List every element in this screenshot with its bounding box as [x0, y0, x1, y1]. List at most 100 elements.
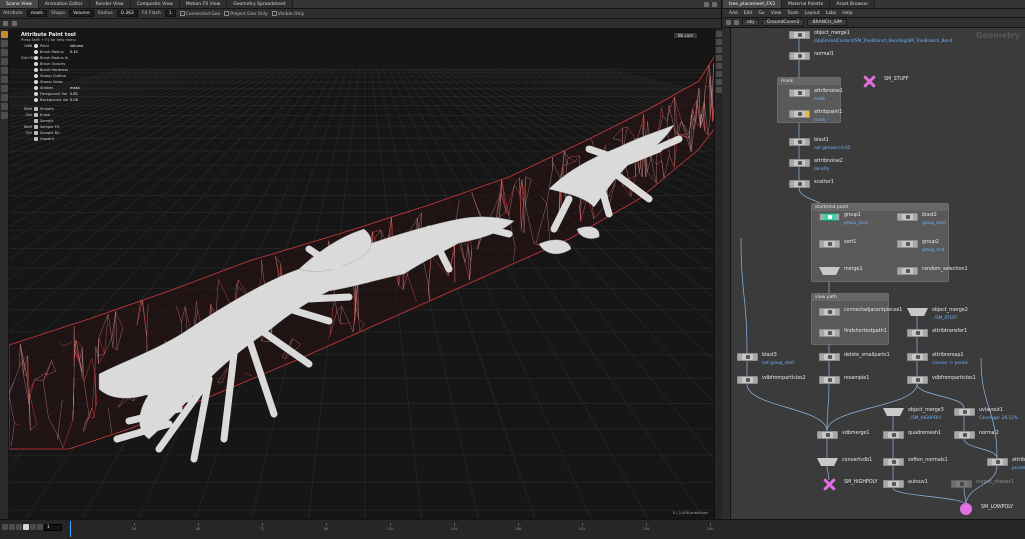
- object-node-sm-lowpoly[interactable]: [960, 503, 972, 515]
- display-option-icon[interactable]: [716, 87, 722, 93]
- forward-arrow-icon[interactable]: [734, 20, 739, 25]
- node-merge1[interactable]: [819, 267, 840, 275]
- node-autouv1[interactable]: [883, 480, 904, 488]
- tab-animation-editor[interactable]: Animation Editor: [38, 0, 90, 8]
- menu-labs[interactable]: Labs: [826, 11, 836, 16]
- paint-tool-icon[interactable]: [1, 103, 8, 110]
- object-node-sm-highpoly[interactable]: [823, 478, 836, 491]
- display-option-icon[interactable]: [716, 55, 722, 61]
- node-attribremap1[interactable]: [907, 353, 928, 361]
- menu-edit[interactable]: Edit: [744, 11, 753, 16]
- node-blast3[interactable]: [737, 353, 758, 361]
- node-object-merge3[interactable]: [883, 408, 904, 416]
- jump-start-icon[interactable]: [2, 524, 8, 530]
- menu-add[interactable]: Add: [729, 11, 738, 16]
- node-object-merge2[interactable]: [907, 308, 928, 316]
- node-delete-smallparts1[interactable]: [819, 353, 840, 361]
- tab-scene-view[interactable]: Scene View: [0, 0, 39, 8]
- visible-only-toggle[interactable]: Visible Only: [271, 10, 304, 17]
- node-group1[interactable]: [819, 213, 840, 221]
- node-findshortestpath1[interactable]: [819, 329, 840, 337]
- node-object-merge1[interactable]: [789, 31, 810, 39]
- connected-geo-toggle[interactable]: Connected Geo: [179, 10, 220, 17]
- current-frame-field[interactable]: 1: [44, 524, 62, 531]
- path-crumb-obj[interactable]: obj: [742, 19, 759, 26]
- node-attribtransfer1[interactable]: [907, 329, 928, 337]
- display-option-icon[interactable]: [716, 47, 722, 53]
- node-resample1[interactable]: [819, 376, 840, 384]
- shape-field[interactable]: Volume: [69, 10, 94, 17]
- tab-composite-view[interactable]: Composite View: [130, 0, 180, 8]
- snap-tool-icon[interactable]: [1, 94, 8, 101]
- node-attrib[interactable]: [987, 458, 1008, 466]
- node-output-shader1[interactable]: [951, 480, 972, 488]
- node-group2[interactable]: [897, 240, 918, 248]
- tab-network[interactable]: tree_placement_FX3: [723, 0, 782, 8]
- node-sort1[interactable]: [819, 240, 840, 248]
- menu-view[interactable]: View: [771, 11, 782, 16]
- project-geo-toggle[interactable]: Project Geo Only: [224, 10, 268, 17]
- play-icon[interactable]: [23, 524, 29, 530]
- menu-layout[interactable]: Layout: [804, 11, 819, 16]
- menu-go[interactable]: Go: [758, 11, 764, 16]
- node-vdbfromparticles1[interactable]: [907, 376, 928, 384]
- node-normal2[interactable]: [954, 431, 975, 439]
- display-option-icon[interactable]: [716, 63, 722, 69]
- path-crumb-container[interactable]: GroundCover2: [761, 19, 805, 26]
- camera-menu-button[interactable]: No cam: [672, 32, 698, 39]
- node-connectadjacentpieces1[interactable]: [819, 308, 840, 316]
- tab-render-view[interactable]: Render View: [89, 0, 131, 8]
- measure-tool-icon[interactable]: [1, 112, 8, 119]
- display-option-icon[interactable]: [716, 71, 722, 77]
- new-tab-icon[interactable]: [704, 1, 709, 7]
- scale-tool-icon[interactable]: [1, 58, 8, 65]
- view-tool-icon[interactable]: [1, 85, 8, 92]
- attribute-field[interactable]: mask: [26, 10, 47, 17]
- node-random-selection1[interactable]: [897, 267, 918, 275]
- tab-material-palette[interactable]: Material Palette: [781, 0, 831, 8]
- step-forward-icon[interactable]: [30, 524, 36, 530]
- node-blast2[interactable]: [897, 213, 918, 221]
- time-cursor[interactable]: [70, 521, 71, 537]
- play-reverse-icon[interactable]: [16, 524, 22, 530]
- node-vdbfromparticles2[interactable]: [737, 376, 758, 384]
- node-vdbmerge1[interactable]: [817, 431, 838, 439]
- object-node-sm-stuff[interactable]: [863, 75, 876, 88]
- node-uvlayout1[interactable]: [954, 408, 975, 416]
- home-icon[interactable]: [3, 21, 8, 26]
- node-attribnoise1[interactable]: [789, 89, 810, 97]
- node-normal1[interactable]: [789, 52, 810, 60]
- display-option-icon[interactable]: [716, 31, 722, 37]
- node-attribpaint1[interactable]: [789, 110, 810, 118]
- radius-field[interactable]: 0.363: [116, 10, 138, 17]
- node-attribnoise2[interactable]: [789, 159, 810, 167]
- menu-help[interactable]: Help: [842, 11, 852, 16]
- node-convertvdb1[interactable]: [817, 458, 838, 466]
- 3d-viewport[interactable]: Attribute Paint tool Press Shift + F1 fo…: [9, 29, 722, 519]
- tab-motion-fx-view[interactable]: Motion FX View: [179, 0, 228, 8]
- back-arrow-icon[interactable]: [726, 20, 731, 25]
- rotate-tool-icon[interactable]: [1, 49, 8, 56]
- node-blast1[interactable]: [789, 138, 810, 146]
- frame-icon[interactable]: [12, 21, 17, 26]
- fx-flash-field[interactable]: 1: [164, 10, 176, 17]
- node-soften-normals1[interactable]: [883, 458, 904, 466]
- node-quadremesh1[interactable]: [883, 431, 904, 439]
- node-scatter1[interactable]: [789, 180, 810, 188]
- tab-geometry-spreadsheet[interactable]: Geometry Spreadsheet: [227, 0, 293, 8]
- display-option-icon[interactable]: [716, 79, 722, 85]
- select-tool-icon[interactable]: [1, 31, 8, 38]
- tab-asset-browser[interactable]: Asset Browser: [830, 0, 876, 8]
- path-crumb-current[interactable]: BRANCH_SIM: [807, 19, 847, 26]
- node-network-canvas[interactable]: Geometry mask start/end point view path …: [731, 28, 1025, 519]
- netbox-view-path[interactable]: view path: [811, 293, 889, 345]
- step-back-icon[interactable]: [9, 524, 15, 530]
- move-tool-icon[interactable]: [1, 40, 8, 47]
- maximize-icon[interactable]: [712, 1, 717, 7]
- jump-end-icon[interactable]: [37, 524, 43, 530]
- display-option-icon[interactable]: [716, 39, 722, 45]
- handle-tool-icon[interactable]: [1, 67, 8, 74]
- timeline-ruler[interactable]: 124487296120144168192216240: [69, 522, 720, 536]
- pose-tool-icon[interactable]: [1, 76, 8, 83]
- menu-tools[interactable]: Tools: [787, 11, 798, 16]
